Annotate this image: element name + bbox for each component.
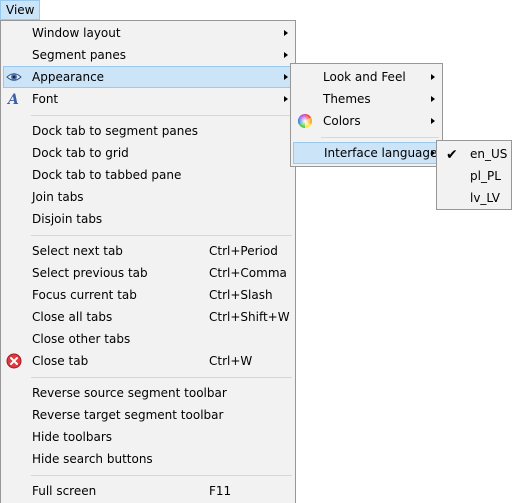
menu-item-label: Colors	[323, 114, 361, 128]
menu-item-label: Select previous tab	[32, 266, 148, 280]
menu-item-label: Interface language	[324, 146, 438, 160]
menu-item-shortcut: F11	[209, 484, 232, 498]
menu-item-label: Focus current tab	[32, 288, 137, 302]
submenu-arrow-icon	[431, 74, 435, 80]
appearance-submenu: Look and Feel Themes Colors Interface la…	[290, 63, 443, 167]
menu-item-label: Full screen	[32, 484, 97, 498]
menu-item-shortcut: Ctrl+Period	[209, 244, 278, 258]
font-icon: A	[6, 92, 19, 107]
submenu-arrow-icon	[284, 30, 288, 36]
menu-item-label: pl_PL	[470, 169, 501, 183]
menu-item-disjoin-tabs[interactable]: Disjoin tabs	[3, 208, 293, 230]
menu-item-interface-language[interactable]: Interface language	[293, 142, 440, 164]
menu-separator	[321, 137, 439, 138]
menu-item-label: Dock tab to segment panes	[32, 124, 198, 138]
menu-item-label: Font	[32, 92, 59, 106]
menu-item-label: Reverse source segment toolbar	[32, 386, 227, 400]
menu-item-label: Select next tab	[32, 244, 123, 258]
menu-item-lang-lv-lv[interactable]: lv_LV	[439, 187, 509, 209]
menu-item-label: Close other tabs	[32, 332, 131, 346]
checkmark-icon: ✔	[446, 147, 458, 163]
menu-item-appearance[interactable]: Appearance	[3, 66, 293, 88]
menu-item-label: Hide search buttons	[32, 452, 153, 466]
menu-bar: View	[0, 0, 513, 20]
menu-separator	[31, 475, 292, 476]
menu-item-join-tabs[interactable]: Join tabs	[3, 186, 293, 208]
menu-item-select-previous-tab[interactable]: Select previous tab Ctrl+Comma	[3, 262, 293, 284]
menu-item-label: Join tabs	[32, 190, 84, 204]
submenu-arrow-icon	[431, 118, 435, 124]
menu-item-font[interactable]: A Font	[3, 88, 293, 110]
menu-item-label: en_US	[470, 147, 508, 161]
menu-item-select-next-tab[interactable]: Select next tab Ctrl+Period	[3, 240, 293, 262]
menu-item-label: Reverse target segment toolbar	[32, 408, 224, 422]
menu-item-reverse-target-toolbar[interactable]: Reverse target segment toolbar	[3, 404, 293, 426]
menu-item-label: Look and Feel	[323, 70, 406, 84]
submenu-arrow-icon	[431, 96, 435, 102]
menu-item-dock-tab-segment-panes[interactable]: Dock tab to segment panes	[3, 120, 293, 142]
menu-item-label: Close tab	[32, 354, 89, 368]
menu-item-close-tab[interactable]: Close tab Ctrl+W	[3, 350, 293, 372]
view-menu-dropdown: Window layout Segment panes Appearance A…	[0, 20, 296, 503]
menu-item-lang-en-us[interactable]: ✔ en_US	[439, 143, 509, 165]
menu-item-label: Disjoin tabs	[32, 212, 103, 226]
menu-item-hide-search-buttons[interactable]: Hide search buttons	[3, 448, 293, 470]
menu-item-dock-tab-tabbed-pane[interactable]: Dock tab to tabbed pane	[3, 164, 293, 186]
menu-item-look-and-feel[interactable]: Look and Feel	[293, 66, 440, 88]
menu-separator	[31, 115, 292, 116]
eye-icon	[6, 73, 22, 81]
color-wheel-icon	[298, 114, 312, 128]
submenu-arrow-icon	[284, 96, 288, 102]
menu-item-label: Dock tab to tabbed pane	[32, 168, 182, 182]
submenu-arrow-icon	[284, 52, 288, 58]
menu-item-segment-panes[interactable]: Segment panes	[3, 44, 293, 66]
close-icon	[6, 353, 22, 369]
menu-item-reverse-source-toolbar[interactable]: Reverse source segment toolbar	[3, 382, 293, 404]
menu-item-label: Segment panes	[32, 48, 127, 62]
menu-item-colors[interactable]: Colors	[293, 110, 440, 132]
menu-item-shortcut: Ctrl+W	[209, 354, 253, 368]
menu-item-window-layout[interactable]: Window layout	[3, 22, 293, 44]
menu-item-hide-toolbars[interactable]: Hide toolbars	[3, 426, 293, 448]
menu-item-shortcut: Ctrl+Shift+W	[209, 310, 290, 324]
menu-item-label: Hide toolbars	[32, 430, 113, 444]
menu-separator	[31, 377, 292, 378]
menu-item-close-other-tabs[interactable]: Close other tabs	[3, 328, 293, 350]
menu-item-focus-current-tab[interactable]: Focus current tab Ctrl+Slash	[3, 284, 293, 306]
menu-separator	[31, 235, 292, 236]
view-menu[interactable]: View	[0, 0, 41, 20]
menu-item-close-all-tabs[interactable]: Close all tabs Ctrl+Shift+W	[3, 306, 293, 328]
menu-item-shortcut: Ctrl+Slash	[209, 288, 273, 302]
menu-item-full-screen[interactable]: Full screen F11	[3, 480, 293, 502]
menu-item-label: Close all tabs	[32, 310, 113, 324]
menu-item-label: Appearance	[32, 70, 105, 84]
menu-item-themes[interactable]: Themes	[293, 88, 440, 110]
menu-item-label: lv_LV	[470, 191, 501, 205]
menu-item-lang-pl-pl[interactable]: pl_PL	[439, 165, 509, 187]
menu-item-dock-tab-grid[interactable]: Dock tab to grid	[3, 142, 293, 164]
svg-text:A: A	[6, 92, 19, 107]
menu-item-label: Window layout	[32, 26, 121, 40]
menu-item-label: Dock tab to grid	[32, 146, 129, 160]
language-submenu: ✔ en_US pl_PL lv_LV	[436, 140, 512, 210]
submenu-arrow-icon	[431, 150, 435, 156]
menu-item-label: Themes	[323, 92, 371, 106]
menu-item-shortcut: Ctrl+Comma	[209, 266, 287, 280]
submenu-arrow-icon	[284, 74, 288, 80]
